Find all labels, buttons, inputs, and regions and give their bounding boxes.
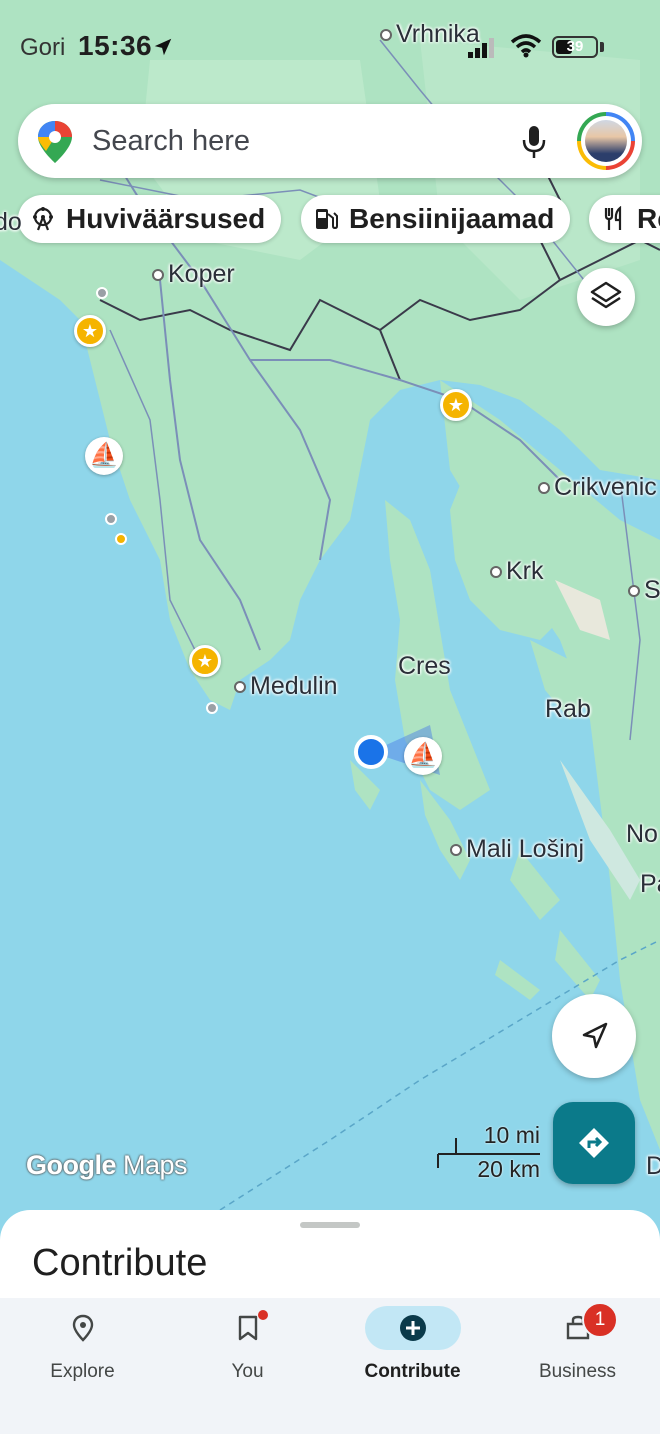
nav-you[interactable]: You — [165, 1298, 330, 1434]
directions-icon — [579, 1128, 609, 1158]
bottom-sheet[interactable]: Contribute — [0, 1210, 660, 1310]
map-label-crikvenica[interactable]: Crikvenic — [538, 473, 657, 502]
layers-button[interactable] — [577, 268, 635, 326]
location-arrow-icon — [154, 38, 172, 56]
restaurant-icon — [604, 206, 622, 230]
sheet-title: Contribute — [32, 1242, 208, 1284]
nav-contribute[interactable]: Contribute — [330, 1298, 495, 1434]
navigation-arrow-icon — [582, 1022, 608, 1049]
sheet-drag-handle[interactable] — [300, 1222, 360, 1228]
scale-metric: 20 km — [477, 1156, 540, 1182]
place-dot — [152, 269, 164, 282]
place-dot — [234, 681, 246, 694]
map-label-pa[interactable]: Pa — [640, 870, 660, 899]
battery-tip — [600, 42, 604, 52]
add-circle-icon — [400, 1315, 426, 1341]
my-location-button[interactable] — [552, 994, 636, 1078]
search-input[interactable] — [90, 124, 474, 159]
map-label-edge: do — [0, 208, 22, 236]
map-label-krk[interactable]: Krk — [490, 557, 544, 586]
nav-icon-container — [365, 1306, 461, 1350]
avatar-photo — [585, 120, 627, 162]
nav-explore[interactable]: Explore — [0, 1298, 165, 1434]
chip-restaurants[interactable]: Re — [589, 195, 660, 243]
nav-business[interactable]: 1 Business — [495, 1298, 660, 1434]
nav-icon-container — [212, 1306, 284, 1350]
place-dot — [628, 585, 640, 598]
place-dot — [490, 566, 502, 579]
chip-gas-stations[interactable]: Bensiinijaamad — [301, 195, 571, 243]
nav-icon-container — [47, 1306, 119, 1350]
search-bar[interactable] — [18, 104, 642, 178]
bottom-navigation: Explore You Contribute 1 Business — [0, 1298, 660, 1434]
chip-attractions[interactable]: Huviväärsused — [18, 195, 282, 243]
wifi-icon — [510, 34, 542, 58]
status-bar: Gori 15:36 39 — [0, 0, 660, 96]
notification-badge: 1 — [582, 1302, 618, 1338]
nav-label: You — [231, 1361, 264, 1382]
gas-pump-icon — [316, 209, 338, 230]
map-label-no[interactable]: No — [626, 820, 658, 849]
nav-label: Explore — [50, 1361, 115, 1382]
status-location-label: Gori — [20, 34, 66, 61]
place-dot — [380, 29, 392, 42]
directions-button[interactable] — [553, 1102, 635, 1184]
layers-icon — [590, 281, 622, 309]
chip-label: Bensiinijaamad — [349, 203, 555, 234]
nav-label: Business — [538, 1361, 617, 1382]
account-avatar[interactable] — [577, 112, 635, 170]
starred-place-pin[interactable]: ★ — [74, 315, 106, 347]
map-label-d[interactable]: D — [646, 1152, 660, 1181]
chip-label: Huviväärsused — [66, 203, 266, 234]
nav-icon-container: 1 — [542, 1302, 618, 1350]
map-label-rab[interactable]: Rab — [545, 695, 591, 724]
map-label-koper[interactable]: Koper — [152, 260, 235, 289]
microphone-icon[interactable] — [520, 124, 548, 160]
battery-icon: 39 — [552, 36, 598, 58]
bookmark-icon — [238, 1315, 258, 1341]
map-label-se[interactable]: Se — [628, 576, 660, 605]
battery-level: 39 — [566, 38, 584, 55]
map-label-mali-losinj[interactable]: Mali Lošinj — [450, 835, 584, 864]
nav-label: Contribute — [364, 1361, 461, 1382]
place-dot — [538, 482, 550, 495]
notification-dot — [258, 1310, 268, 1320]
map-label-cres[interactable]: Cres — [398, 652, 451, 681]
starred-place-pin[interactable]: ★ — [189, 645, 221, 677]
starred-place-pin[interactable]: ★ — [440, 389, 472, 421]
marina-pin[interactable]: ⛵ — [404, 737, 442, 775]
ferris-wheel-icon — [33, 207, 53, 231]
place-dot — [450, 844, 462, 857]
map-scale: 10 mi 20 km — [436, 1122, 546, 1182]
location-pin-icon — [72, 1314, 94, 1342]
map-label-vrhnika[interactable]: Vrhnika — [380, 20, 480, 49]
map-label-medulin[interactable]: Medulin — [234, 672, 338, 701]
status-time: 15:36 — [78, 30, 153, 61]
marina-pin[interactable]: ⛵ — [85, 437, 123, 475]
chip-label: Re — [637, 203, 660, 234]
google-maps-pin-icon — [38, 121, 72, 163]
google-maps-logo: Google Maps — [26, 1150, 188, 1180]
scale-imperial: 10 mi — [483, 1122, 540, 1148]
